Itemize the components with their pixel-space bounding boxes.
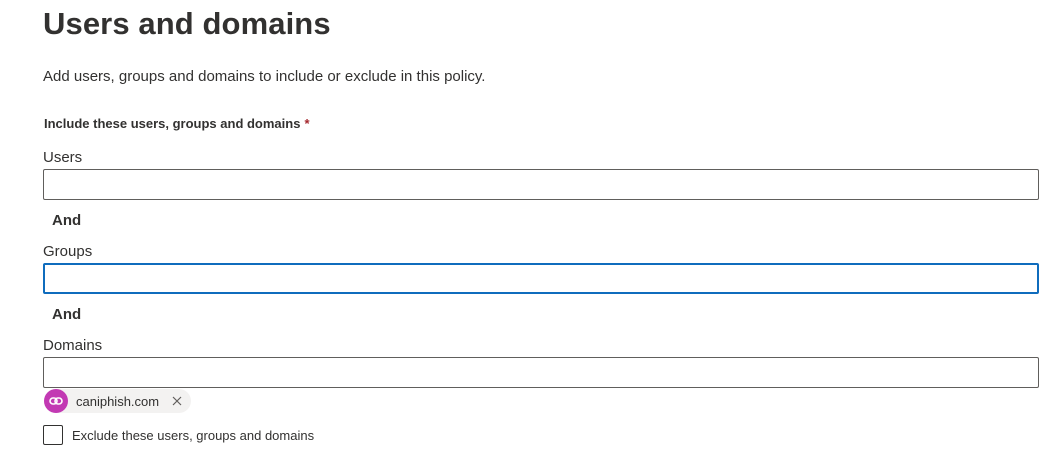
domains-label: Domains <box>43 337 103 354</box>
required-marker: * <box>304 116 310 131</box>
domains-input[interactable] <box>43 357 1039 388</box>
exclude-checkbox-row[interactable]: Exclude these users, groups and domains <box>43 425 314 445</box>
page-description: Add users, groups and domains to include… <box>43 68 486 85</box>
exclude-checkbox[interactable] <box>43 425 63 445</box>
and-separator-2: And <box>52 306 82 323</box>
domain-chip: caniphish.com <box>44 389 192 413</box>
page-title: Users and domains <box>43 6 331 41</box>
remove-chip-icon[interactable] <box>171 395 183 407</box>
users-and-domains-page: Users and domains Add users, groups and … <box>0 0 1064 474</box>
users-input[interactable] <box>43 169 1039 200</box>
domain-chip-label: caniphish.com <box>76 393 160 409</box>
and-separator-1: And <box>52 212 82 229</box>
include-section-label-text: Include these users, groups and domains <box>44 116 301 131</box>
include-section-label: Include these users, groups and domains * <box>44 116 310 131</box>
exclude-checkbox-label[interactable]: Exclude these users, groups and domains <box>72 428 314 443</box>
users-label: Users <box>43 149 83 166</box>
domain-link-icon <box>44 389 68 413</box>
groups-input[interactable] <box>43 263 1039 294</box>
groups-label: Groups <box>43 243 93 260</box>
